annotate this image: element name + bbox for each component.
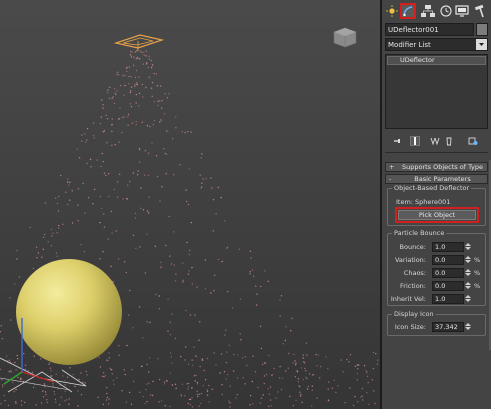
unit-label: % — [474, 256, 481, 264]
rollout-supports-objects[interactable]: + Supports Objects of Type — [385, 162, 488, 172]
modifier-list-dropdown[interactable]: Modifier List — [385, 38, 488, 51]
bounce-field-label: Variation: — [394, 256, 426, 264]
rollout-toggle-sign: + — [389, 163, 395, 171]
chevron-down-icon[interactable] — [476, 39, 487, 50]
bounce-value-field[interactable]: 0.0 — [432, 268, 464, 278]
value-spinner[interactable] — [465, 242, 471, 252]
stack-item-udeflector[interactable]: UDeflector — [387, 56, 486, 65]
perspective-viewport[interactable] — [0, 0, 380, 409]
modify-arc-icon[interactable] — [400, 3, 416, 19]
panel-divider — [385, 152, 488, 153]
pin-stack-icon[interactable] — [392, 136, 402, 146]
configure-sets-icon[interactable] — [468, 136, 478, 146]
bounce-field-label: Friction: — [400, 282, 426, 290]
bounce-field-label: Bounce: — [399, 243, 426, 251]
icon-size-field[interactable]: 37.342 — [432, 322, 464, 332]
bounce-field-label: Chaos: — [403, 269, 426, 277]
modifier-list-label: Modifier List — [388, 41, 431, 49]
group-object-based-deflector: Object-Based Deflector Item: Sphere001 P… — [387, 184, 486, 226]
pick-object-highlight: Pick Object — [395, 207, 479, 223]
view-cube-icon[interactable] — [333, 27, 357, 48]
display-monitor-icon[interactable] — [454, 3, 470, 19]
viewport-scene — [0, 27, 379, 408]
pick-object-button[interactable]: Pick Object — [398, 210, 476, 220]
bounce-value-field[interactable]: 0.0 — [432, 281, 464, 291]
value-spinner[interactable] — [465, 268, 471, 278]
bounce-value-field[interactable]: 1.0 — [432, 242, 464, 252]
unit-label: % — [474, 282, 481, 290]
value-spinner[interactable] — [465, 294, 471, 304]
bounce-value-field[interactable]: 1.0 — [432, 294, 464, 304]
group-title: Object-Based Deflector — [392, 184, 472, 192]
sphere001-object[interactable] — [16, 259, 122, 365]
group-particle-bounce: Particle Bounce Bounce: 1.0 Variation: 0.0%… — [387, 229, 486, 306]
show-end-result-icon[interactable] — [410, 136, 420, 146]
rollout-title: Supports Objects of Type — [401, 163, 484, 171]
unit-label: % — [474, 269, 481, 277]
object-name-field[interactable]: UDeflector001 — [385, 23, 474, 36]
rollout-basic-parameters[interactable]: - Basic Parameters — [385, 174, 488, 184]
icon-size-label: Icon Size: — [394, 323, 426, 331]
value-spinner[interactable] — [465, 255, 471, 265]
group-title: Particle Bounce — [392, 229, 447, 237]
icon-size-spinner[interactable] — [465, 322, 471, 332]
bounce-value-field[interactable]: 0.0 — [432, 255, 464, 265]
modifier-stack[interactable]: UDeflector — [385, 54, 488, 129]
hierarchy-icon[interactable] — [420, 3, 436, 19]
value-spinner[interactable] — [465, 281, 471, 291]
group-display-icon: Display Icon Icon Size: 37.342 — [387, 310, 486, 336]
particle-emitter-icon[interactable] — [113, 34, 165, 50]
object-color-swatch[interactable] — [476, 23, 488, 36]
rollout-toggle-sign: - — [389, 175, 392, 183]
make-unique-icon[interactable] — [430, 136, 440, 146]
group-title: Display Icon — [392, 310, 436, 318]
remove-modifier-icon[interactable] — [444, 136, 454, 146]
motion-icon[interactable] — [438, 3, 454, 19]
picked-item-label: Item: Sphere001 — [396, 198, 451, 206]
hammer-icon[interactable] — [472, 3, 488, 19]
bounce-field-label: Inherit Vel: — [390, 295, 426, 303]
rollout-title: Basic Parameters — [414, 175, 471, 183]
command-panel: UDeflector001 Modifier List UDeflector +… — [382, 0, 491, 409]
sun-icon[interactable] — [384, 3, 400, 19]
